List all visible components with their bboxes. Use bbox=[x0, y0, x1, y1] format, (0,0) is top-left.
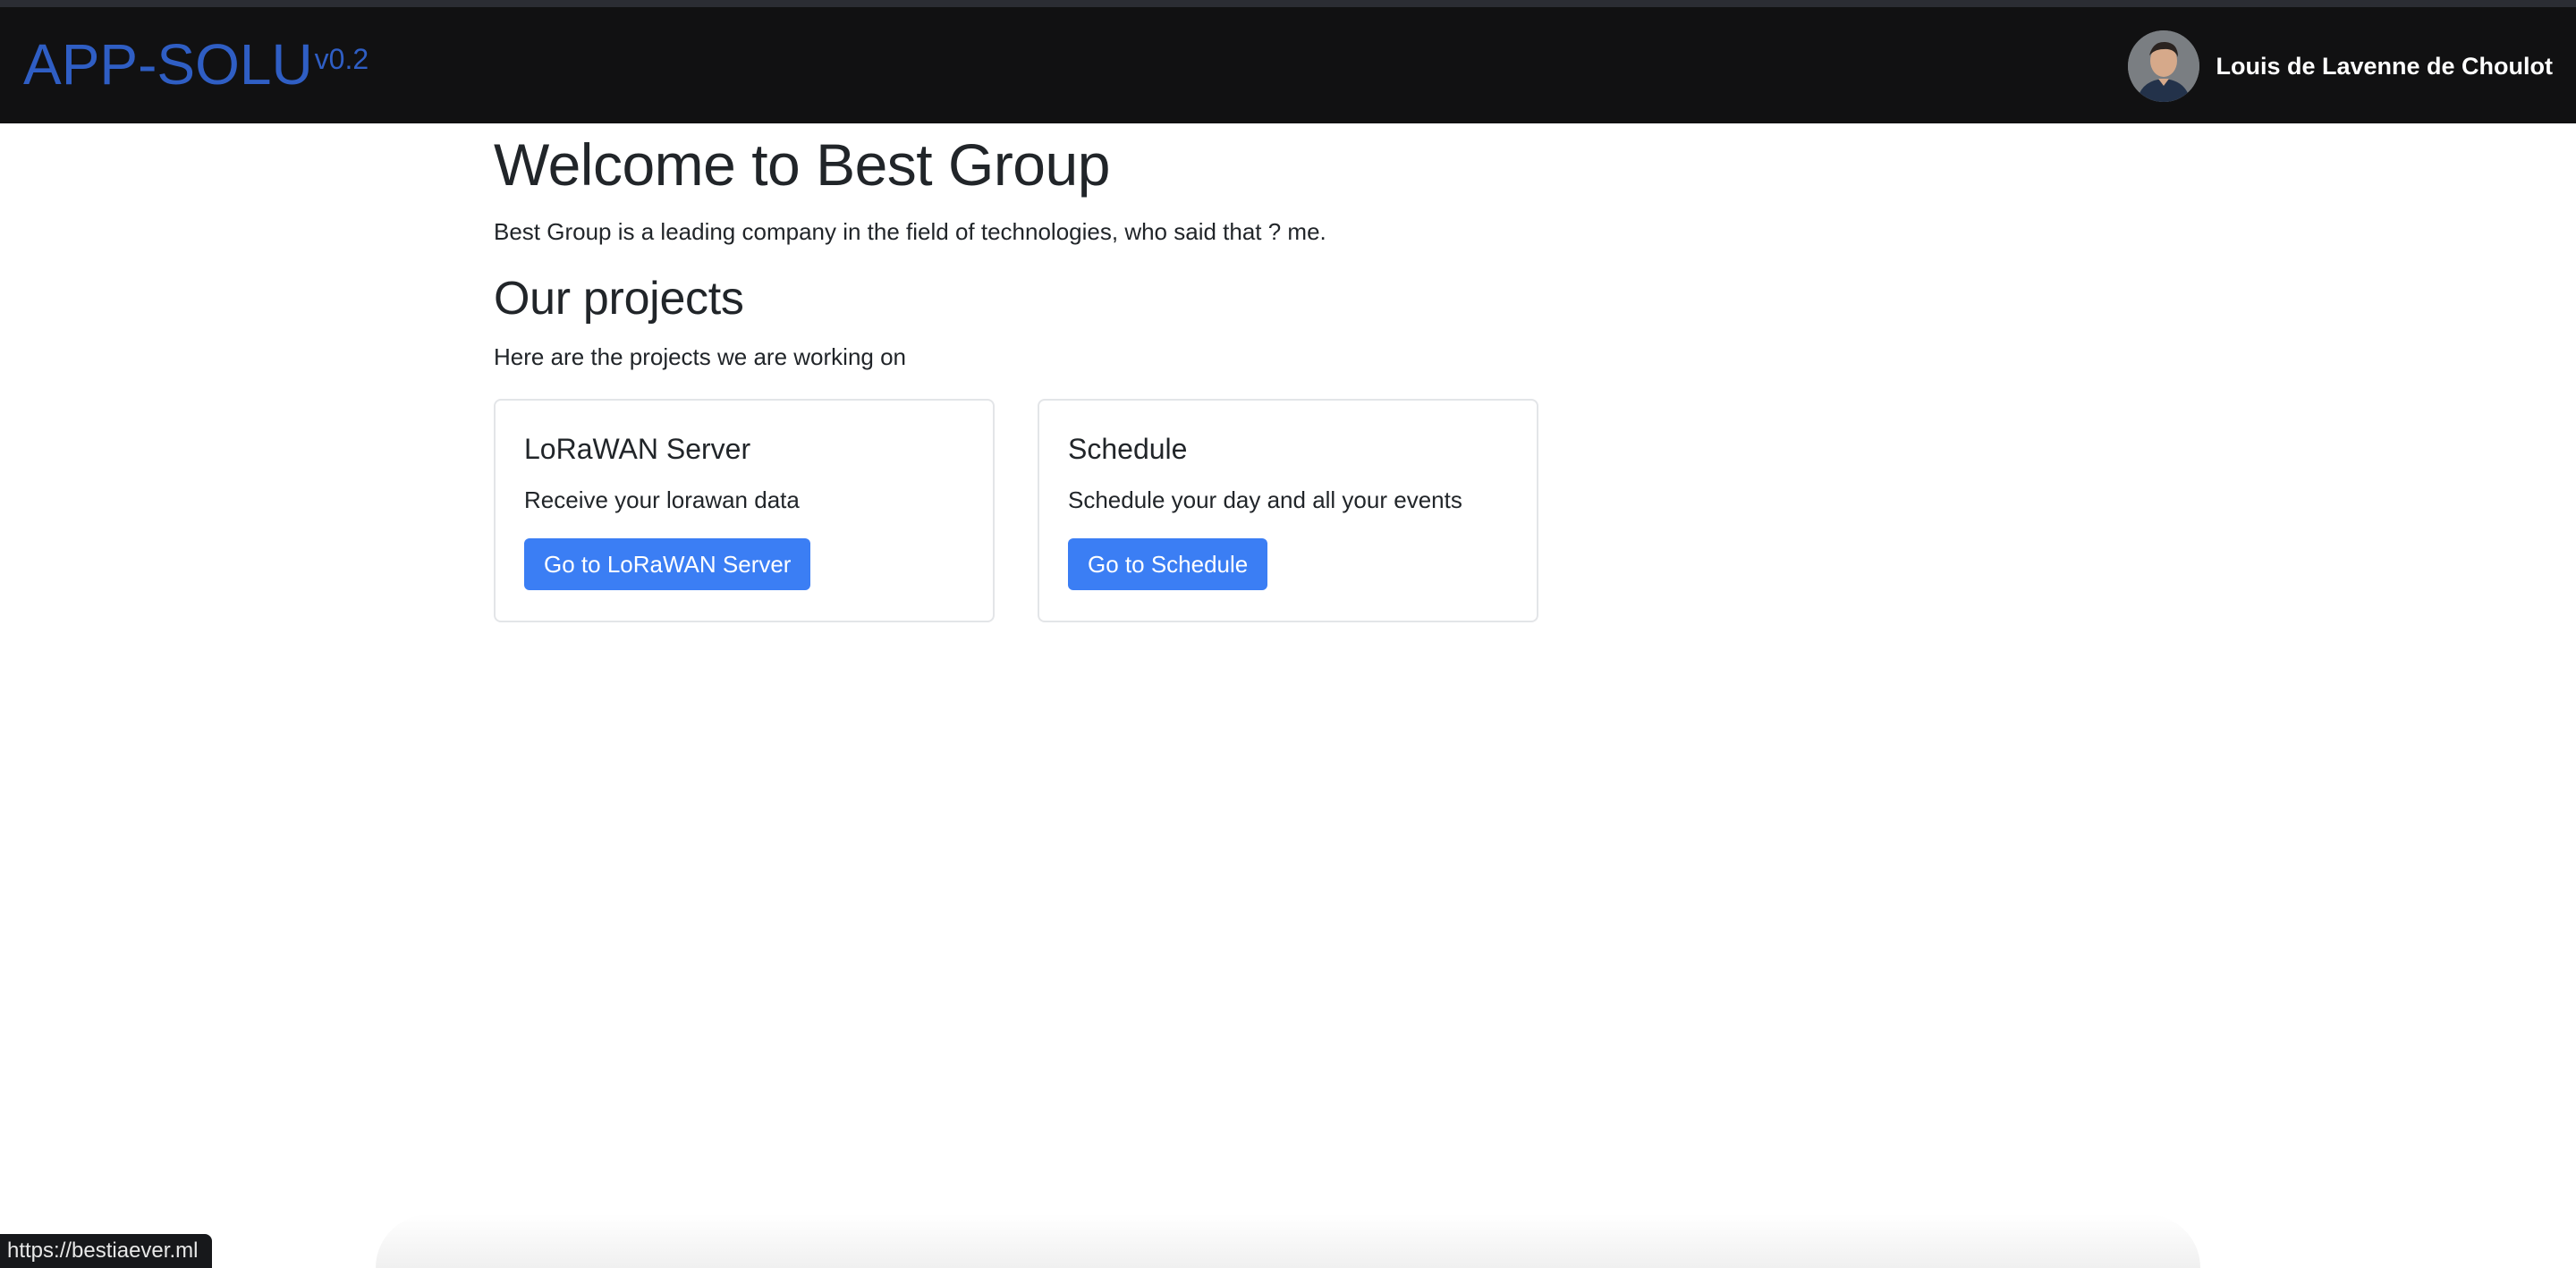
user-avatar-icon bbox=[2128, 30, 2200, 102]
page-title: Welcome to Best Group bbox=[494, 131, 1110, 198]
intro-text: Best Group is a leading company in the f… bbox=[494, 218, 1326, 245]
card-schedule: Schedule Schedule your day and all your … bbox=[1038, 399, 1538, 622]
go-to-schedule-button[interactable]: Go to Schedule bbox=[1068, 538, 1268, 590]
status-bar-url: https://bestiaever.ml bbox=[0, 1234, 213, 1268]
card-lorawan-server: LoRaWAN Server Receive your lorawan data… bbox=[494, 399, 995, 622]
card-title: LoRaWAN Server bbox=[524, 433, 751, 465]
user-name[interactable]: Louis de Lavenne de Choulot bbox=[2216, 53, 2553, 80]
avatar[interactable] bbox=[2128, 30, 2200, 102]
main-content: Welcome to Best Group Best Group is a le… bbox=[494, 123, 2104, 622]
card-text: Schedule your day and all your events bbox=[1068, 486, 1462, 513]
brand-version: v0.2 bbox=[314, 43, 369, 75]
projects-subtitle: Here are the projects we are working on bbox=[494, 343, 907, 370]
card-text: Receive your lorawan data bbox=[524, 486, 800, 513]
projects-heading: Our projects bbox=[494, 273, 744, 325]
brand-name: APP-SOLU bbox=[23, 32, 313, 97]
card-title: Schedule bbox=[1068, 433, 1188, 465]
navbar: APP-SOLUv0.2 Louis de Lavenne de Choulot bbox=[0, 7, 2576, 123]
go-to-lorawan-server-button[interactable]: Go to LoRaWAN Server bbox=[524, 538, 811, 590]
brand-logo[interactable]: APP-SOLUv0.2 bbox=[23, 29, 369, 100]
project-cards: LoRaWAN Server Receive your lorawan data… bbox=[494, 399, 2104, 622]
window-top-border bbox=[0, 0, 2576, 7]
user-menu[interactable]: Louis de Lavenne de Choulot bbox=[2128, 30, 2553, 102]
bottom-shadow bbox=[376, 1214, 2200, 1268]
